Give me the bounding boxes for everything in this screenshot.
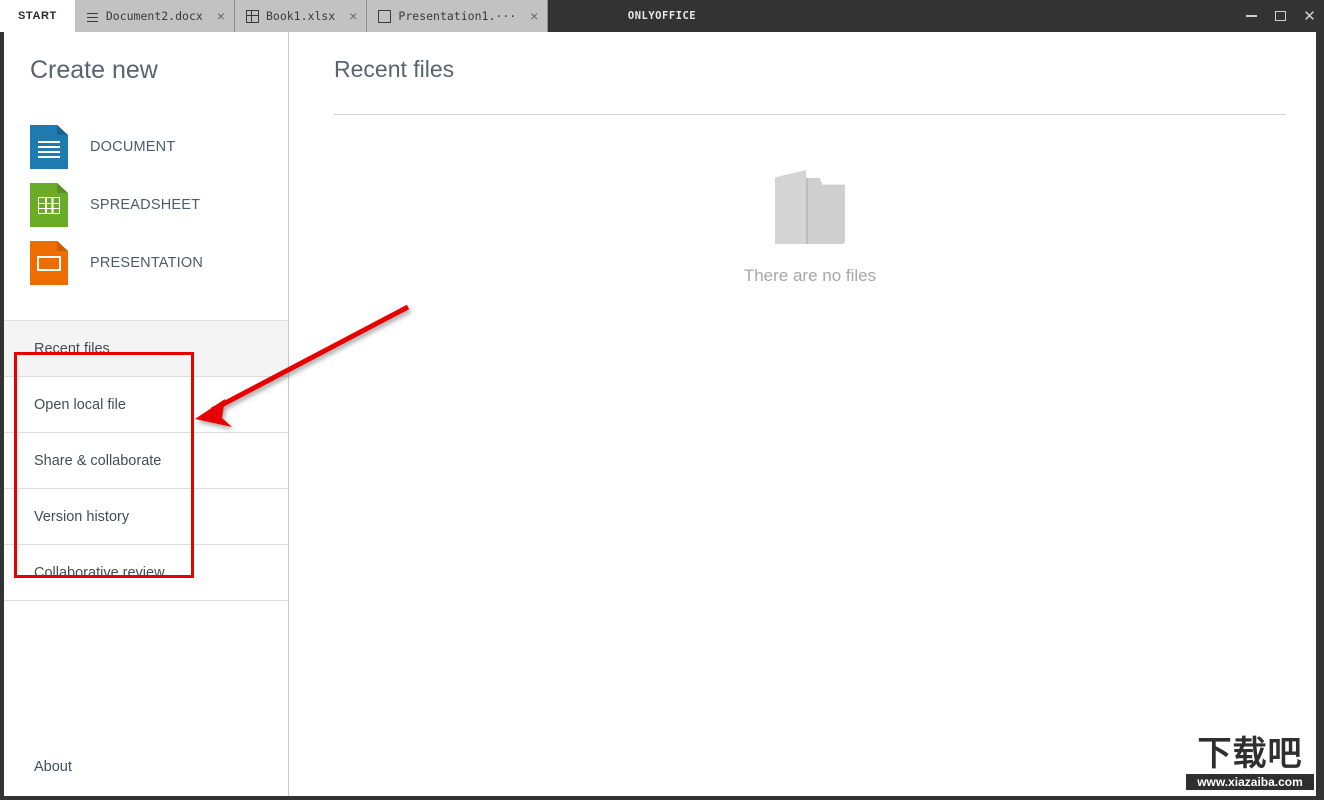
sidebar-menu: Recent files Open local file Share & col… [4,320,288,601]
sidebar-item-share-collaborate[interactable]: Share & collaborate [4,433,288,489]
create-spreadsheet-button[interactable]: SPREADSHEET [30,176,280,234]
maximize-button[interactable] [1266,0,1295,32]
empty-state: There are no files [334,164,1286,286]
empty-folder-icon [775,164,845,244]
minimize-button[interactable] [1237,0,1266,32]
create-presentation-button[interactable]: PRESENTATION [30,234,280,292]
sidebar-item-recent-files[interactable]: Recent files [4,321,288,377]
sidebar-item-collaborative-review[interactable]: Collaborative review [4,545,288,601]
page-title: Recent files [334,56,455,82]
create-document-label: DOCUMENT [90,139,176,155]
sidebar-item-label: Collaborative review [34,564,165,581]
sidebar-item-label: Open local file [34,396,126,413]
tab-strip: START Document2.docx × Book1.xlsx × Pres… [0,0,549,32]
tab-book1-xlsx[interactable]: Book1.xlsx × [234,0,368,32]
sidebar-item-label: Share & collaborate [34,452,162,469]
presentation-icon [30,241,68,285]
create-presentation-label: PRESENTATION [90,255,204,271]
document-lines-icon [86,10,99,23]
tab-book1-xlsx-label: Book1.xlsx [265,9,336,23]
sidebar-item-label: Version history [34,508,130,525]
window-body: Create new DOCUMENT SPREADSHEET PRESENTA… [4,32,1316,796]
empty-state-text: There are no files [743,266,877,285]
close-button[interactable]: ✕ [1295,0,1324,32]
close-icon: ✕ [1303,7,1316,25]
tab-document2-docx-label: Document2.docx [105,9,203,23]
create-new-title: Create new [30,56,158,84]
spreadsheet-icon [30,183,68,227]
main-content: Recent files There are no files [290,32,1316,796]
tab-start-label: START [18,10,57,22]
tab-start[interactable]: START [0,0,75,32]
application-window: START Document2.docx × Book1.xlsx × Pres… [0,0,1324,800]
window-controls: ✕ [1237,0,1324,32]
sidebar-item-version-history[interactable]: Version history [4,489,288,545]
create-spreadsheet-label: SPREADSHEET [90,197,201,213]
sidebar-item-open-local-file[interactable]: Open local file [4,377,288,433]
minimize-icon [1246,15,1257,17]
tab-close-icon[interactable]: × [530,9,538,23]
presentation-slide-icon [378,9,392,23]
sidebar-item-label: Recent files [34,340,110,357]
document-icon [30,125,68,169]
create-new-list: DOCUMENT SPREADSHEET PRESENTATION [30,118,280,292]
sidebar-item-about[interactable]: About [4,738,288,796]
tab-presentation1-label: Presentation1.··· [398,9,517,23]
tab-document2-docx[interactable]: Document2.docx × [74,0,235,32]
title-bar: START Document2.docx × Book1.xlsx × Pres… [0,0,1324,32]
tab-close-icon[interactable]: × [217,9,225,23]
sidebar-item-label: About [34,759,72,775]
tab-close-icon[interactable]: × [349,9,357,23]
maximize-icon [1275,11,1286,21]
sidebar: Create new DOCUMENT SPREADSHEET PRESENTA… [4,32,289,796]
spreadsheet-grid-icon [245,9,259,23]
tab-presentation1[interactable]: Presentation1.··· × [367,0,549,32]
create-document-button[interactable]: DOCUMENT [30,118,280,176]
title-divider [334,114,1286,115]
